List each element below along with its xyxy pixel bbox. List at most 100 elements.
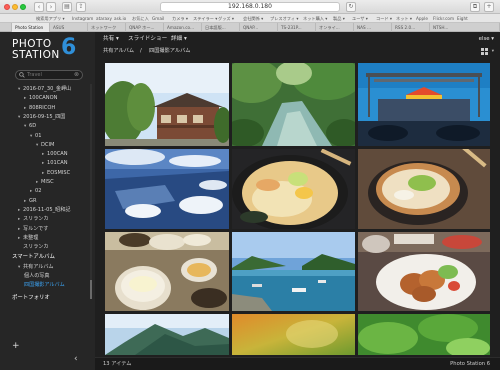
reload-icon[interactable]: ↻: [346, 2, 356, 12]
tree-item-label: 100CANON: [29, 95, 58, 102]
sidebar: PHOTO STATION 6 ⊗ ▾2016-07_30_金岬山▸100CAN…: [0, 32, 95, 370]
aerial-photo[interactable]: [105, 149, 229, 229]
tab-item[interactable]: Amazon.co...: [164, 23, 202, 32]
bookmark-item[interactable]: ステイラー ▾: [193, 15, 217, 22]
tree-item-label: 100CAN: [47, 151, 68, 158]
stage-photo[interactable]: [358, 63, 490, 146]
close-window-button[interactable]: [4, 4, 10, 10]
brand-label: Photo Station 6: [450, 361, 490, 367]
bookmark-item[interactable]: グッズ ▾: [218, 15, 234, 22]
tab-item[interactable]: NAS ...: [354, 23, 392, 32]
tab-item[interactable]: ネットワーク: [88, 23, 126, 32]
slideshow-button[interactable]: スライドショー: [128, 32, 167, 46]
tree-item-label: 808RICOH: [29, 104, 56, 111]
tree-item-label: MISC: [41, 179, 54, 185]
bookmark-item[interactable]: 製品 ▾: [333, 15, 345, 22]
river-photo[interactable]: [232, 63, 355, 146]
search-box: ⊗: [15, 70, 83, 80]
clear-search-icon[interactable]: ⊗: [74, 71, 79, 79]
harbor-photo[interactable]: [232, 232, 355, 311]
search-input[interactable]: [27, 71, 75, 79]
main-panel: 共有 ▾ スライドショー 詳細 ▾ else ▾ 共有アルバム / 四国撮影アル…: [95, 32, 500, 370]
tab-photo-station[interactable]: Photo Station: [12, 23, 50, 32]
item-count: 13 アイテム: [103, 361, 132, 367]
photo-station-logo: PHOTO STATION 6: [12, 35, 77, 62]
tree-item-label: 2016-09-15_四国: [23, 113, 66, 120]
bookmark-item[interactable]: Eight: [457, 15, 468, 22]
house-photo[interactable]: [105, 63, 229, 146]
bookmark-item[interactable]: コード ▾: [376, 15, 392, 22]
view-options-icon[interactable]: ▾: [492, 46, 494, 57]
top-nav: 共有 ▾ スライドショー 詳細 ▾ else ▾: [95, 32, 500, 46]
breadcrumb-separator: /: [140, 48, 142, 54]
zoom-window-button[interactable]: [20, 4, 26, 10]
udon-bowl-photo[interactable]: [358, 149, 490, 229]
share-menu[interactable]: 共有 ▾: [103, 32, 119, 46]
bookmark-item[interactable]: 検索用アプリ ▾: [36, 15, 65, 22]
minimize-window-button[interactable]: [12, 4, 18, 10]
tree-item-label: EOSMISC: [47, 169, 71, 176]
breadcrumb-shared[interactable]: 共有アルバム: [103, 46, 134, 57]
grid-view-icon[interactable]: [481, 48, 488, 55]
share-icon[interactable]: ⇪: [76, 2, 86, 12]
tab-item[interactable]: NTSH...: [430, 23, 500, 32]
bookmark-item[interactable]: ネット購入 ▾: [303, 15, 327, 22]
sidebar-toggle-icon[interactable]: ▤: [62, 2, 72, 12]
rice-set-photo[interactable]: [105, 232, 229, 311]
selected-album-item[interactable]: 四国撮影アルバム: [0, 280, 95, 290]
bookmark-item[interactable]: ask.io: [114, 15, 126, 22]
breadcrumb-current: 四国撮影アルバム: [149, 48, 191, 54]
tree-item-label: スリランカ: [23, 244, 49, 251]
tree-item-label: スリランカ: [23, 216, 49, 223]
bookmark-item[interactable]: Apple: [416, 15, 428, 22]
new-tab-button[interactable]: +: [484, 2, 494, 12]
forward-button[interactable]: ›: [46, 2, 56, 12]
logo-number: 6: [61, 35, 77, 60]
back-button[interactable]: ‹: [34, 2, 44, 12]
tree-item-label: 共有アルバム: [23, 263, 54, 270]
tree-item-label: 02: [35, 188, 42, 195]
tree-item[interactable]: スリランカ: [0, 242, 95, 252]
blur-photo[interactable]: [232, 314, 355, 355]
tab-item[interactable]: QNAP ホー...: [126, 23, 164, 32]
tree-item-label: スマートアルバム: [12, 254, 55, 261]
details-menu[interactable]: 詳細 ▾: [171, 32, 187, 46]
tree-item-label: 01: [35, 132, 42, 139]
bookmark-item[interactable]: 会社関係 ▾: [243, 15, 263, 22]
bookmark-item[interactable]: プレスオフィ ▾: [270, 15, 298, 22]
tree-item-label: 個人の写真: [24, 273, 50, 279]
tree-item-label: 6D: [29, 123, 37, 130]
bookmark-item[interactable]: ネット ▾: [396, 15, 412, 22]
collapse-sidebar-button[interactable]: ‹: [74, 354, 78, 364]
tree-item-label: 未整理: [23, 234, 39, 241]
tab-item[interactable]: TS-231P...: [278, 23, 316, 32]
tab-pin[interactable]: [0, 23, 12, 32]
tree-item-label: 写ルンです: [23, 225, 49, 232]
udon-photo[interactable]: [232, 149, 355, 229]
tab-item[interactable]: オンライ...: [316, 23, 354, 32]
karaage-photo[interactable]: [358, 232, 490, 311]
portfolio-item[interactable]: ポートフォリオ: [0, 293, 95, 303]
tab-item[interactable]: RSS 2.0...: [392, 23, 430, 32]
bookmark-item[interactable]: ataraxy: [96, 15, 112, 22]
breadcrumb: 共有アルバム / 四国撮影アルバム ▾: [95, 46, 500, 57]
status-footer: 13 アイテム Photo Station 6: [95, 357, 500, 370]
bookmark-item[interactable]: Gmail: [152, 15, 164, 22]
tree-item-label: DCIM: [41, 141, 55, 148]
bookmark-item[interactable]: ユーザ ▾: [352, 15, 368, 22]
tab-item[interactable]: ASUS: [50, 23, 88, 32]
bookmark-item[interactable]: Instagram: [72, 15, 93, 22]
tab-overview-icon[interactable]: ⧉: [470, 2, 480, 12]
mountain-photo[interactable]: [105, 314, 229, 355]
tab-item[interactable]: QNAP...: [240, 23, 278, 32]
bookmark-item[interactable]: カメラ ▾: [172, 15, 188, 22]
bookmark-item[interactable]: Flickr.com: [433, 15, 454, 22]
tab-item[interactable]: 日本語版...: [202, 23, 240, 32]
tree-item-label: 2016-11-05_昭和記: [23, 206, 71, 213]
add-button[interactable]: +: [12, 341, 20, 351]
leaves-photo[interactable]: [358, 314, 490, 355]
browser-titlebar: ‹ › ▤ ⇪ 192.168.0.180 ↻ ⧉ +: [0, 0, 500, 14]
bookmark-item[interactable]: お気に入: [132, 15, 149, 22]
user-menu[interactable]: else ▾: [479, 32, 494, 46]
url-bar[interactable]: 192.168.0.180: [160, 2, 340, 12]
